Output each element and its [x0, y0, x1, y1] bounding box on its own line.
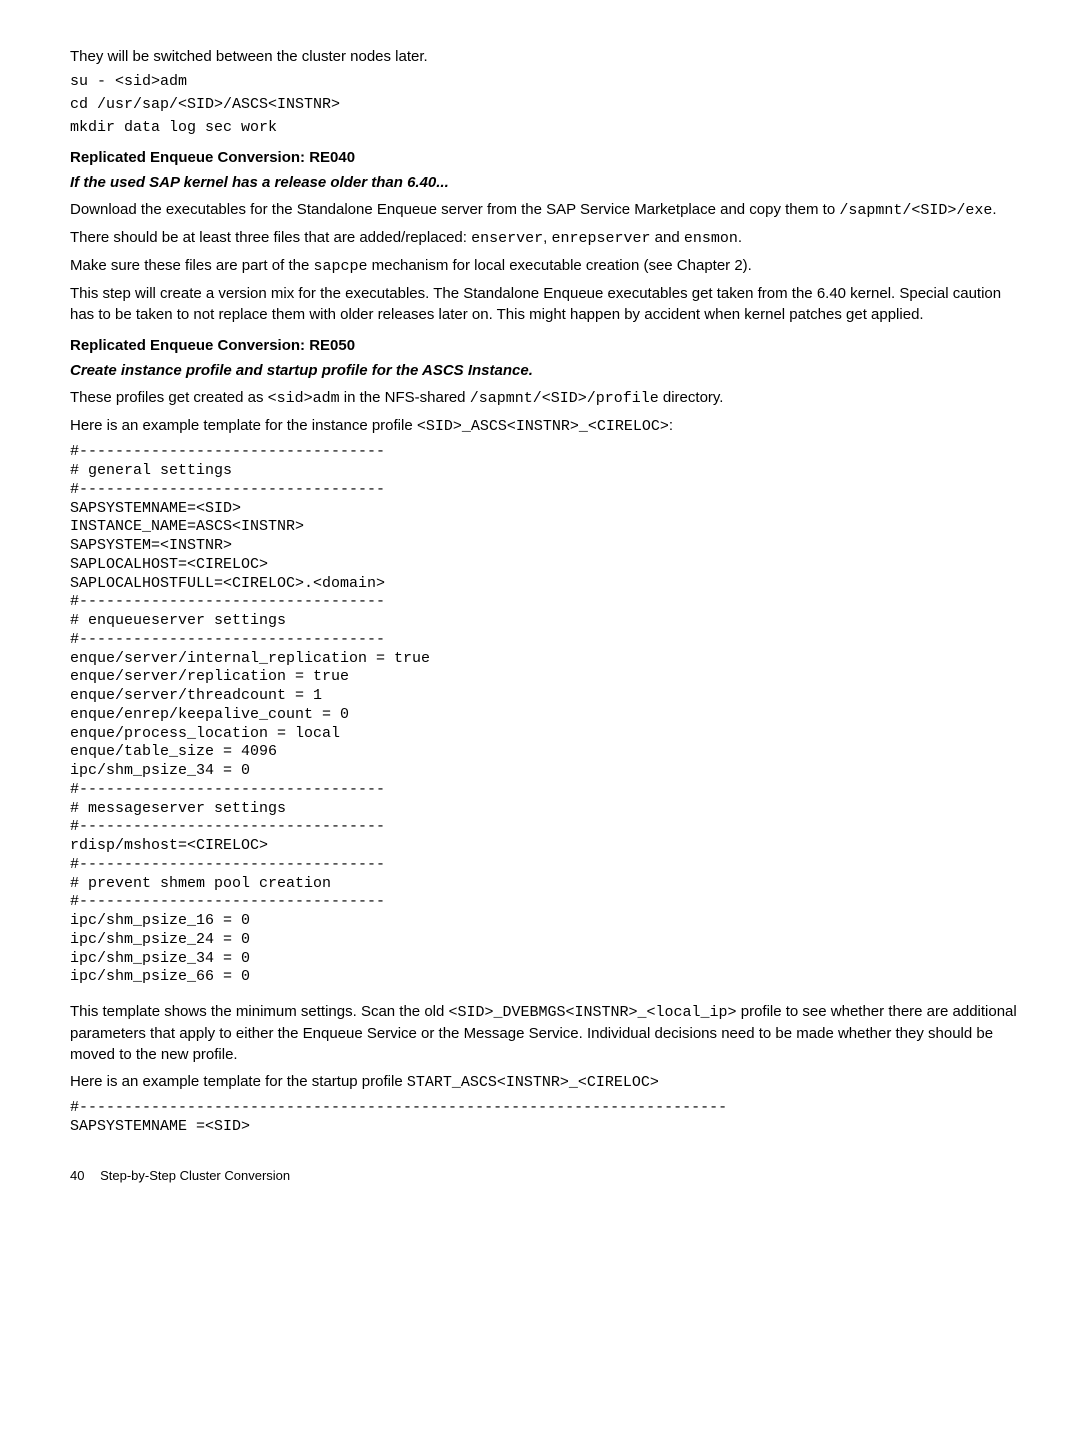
inline-code: enserver [471, 230, 543, 247]
section-subheading-re050: Create instance profile and startup prof… [70, 360, 1020, 381]
text: mechanism for local executable creation … [367, 257, 751, 274]
text: Make sure these files are part of the [70, 257, 313, 274]
paragraph: This step will create a version mix for … [70, 283, 1020, 325]
inline-code: sapcpe [313, 258, 367, 275]
text: : [669, 417, 673, 434]
text: This template shows the minimum settings… [70, 1003, 449, 1020]
paragraph: Download the executables for the Standal… [70, 199, 1020, 221]
inline-code: <SID>_DVEBMGS<INSTNR>_<local_ip> [449, 1004, 737, 1021]
text: Here is an example template for the star… [70, 1073, 407, 1090]
command-line: su - <sid>adm [70, 73, 1020, 92]
text: directory. [659, 389, 724, 406]
section-subheading-re040: If the used SAP kernel has a release old… [70, 172, 1020, 193]
inline-code: enrepserver [551, 230, 650, 247]
text: and [650, 229, 683, 246]
inline-code: START_ASCS<INSTNR>_<CIRELOC> [407, 1074, 659, 1091]
paragraph: These profiles get created as <sid>adm i… [70, 387, 1020, 409]
paragraph: There should be at least three files tha… [70, 227, 1020, 249]
text: There should be at least three files tha… [70, 229, 471, 246]
page-footer: 40 Step-by-Step Cluster Conversion [70, 1167, 1020, 1185]
section-heading-re050: Replicated Enqueue Conversion: RE050 [70, 335, 1020, 356]
inline-code: /sapmnt/<SID>/exe [839, 202, 992, 219]
text: Download the executables for the Standal… [70, 201, 839, 218]
section-heading-re040: Replicated Enqueue Conversion: RE040 [70, 147, 1020, 168]
paragraph: Make sure these files are part of the sa… [70, 255, 1020, 277]
code-block-startup-profile: #---------------------------------------… [70, 1099, 1020, 1137]
text: These profiles get created as [70, 389, 268, 406]
inline-code: ensmon [684, 230, 738, 247]
inline-code: <SID>_ASCS<INSTNR>_<CIRELOC> [417, 418, 669, 435]
command-line: mkdir data log sec work [70, 119, 1020, 138]
text: . [738, 229, 742, 246]
command-line: cd /usr/sap/<SID>/ASCS<INSTNR> [70, 96, 1020, 115]
paragraph: This template shows the minimum settings… [70, 1001, 1020, 1065]
paragraph: Here is an example template for the inst… [70, 415, 1020, 437]
footer-title: Step-by-Step Cluster Conversion [100, 1168, 290, 1183]
inline-code: <sid>adm [268, 390, 340, 407]
text: . [992, 201, 996, 218]
code-block-instance-profile: #---------------------------------- # ge… [70, 443, 1020, 987]
text: Here is an example template for the inst… [70, 417, 417, 434]
paragraph: Here is an example template for the star… [70, 1071, 1020, 1093]
text: in the NFS-shared [340, 389, 470, 406]
paragraph: They will be switched between the cluste… [70, 46, 1020, 67]
inline-code: /sapmnt/<SID>/profile [470, 390, 659, 407]
page-number: 40 [70, 1168, 84, 1183]
